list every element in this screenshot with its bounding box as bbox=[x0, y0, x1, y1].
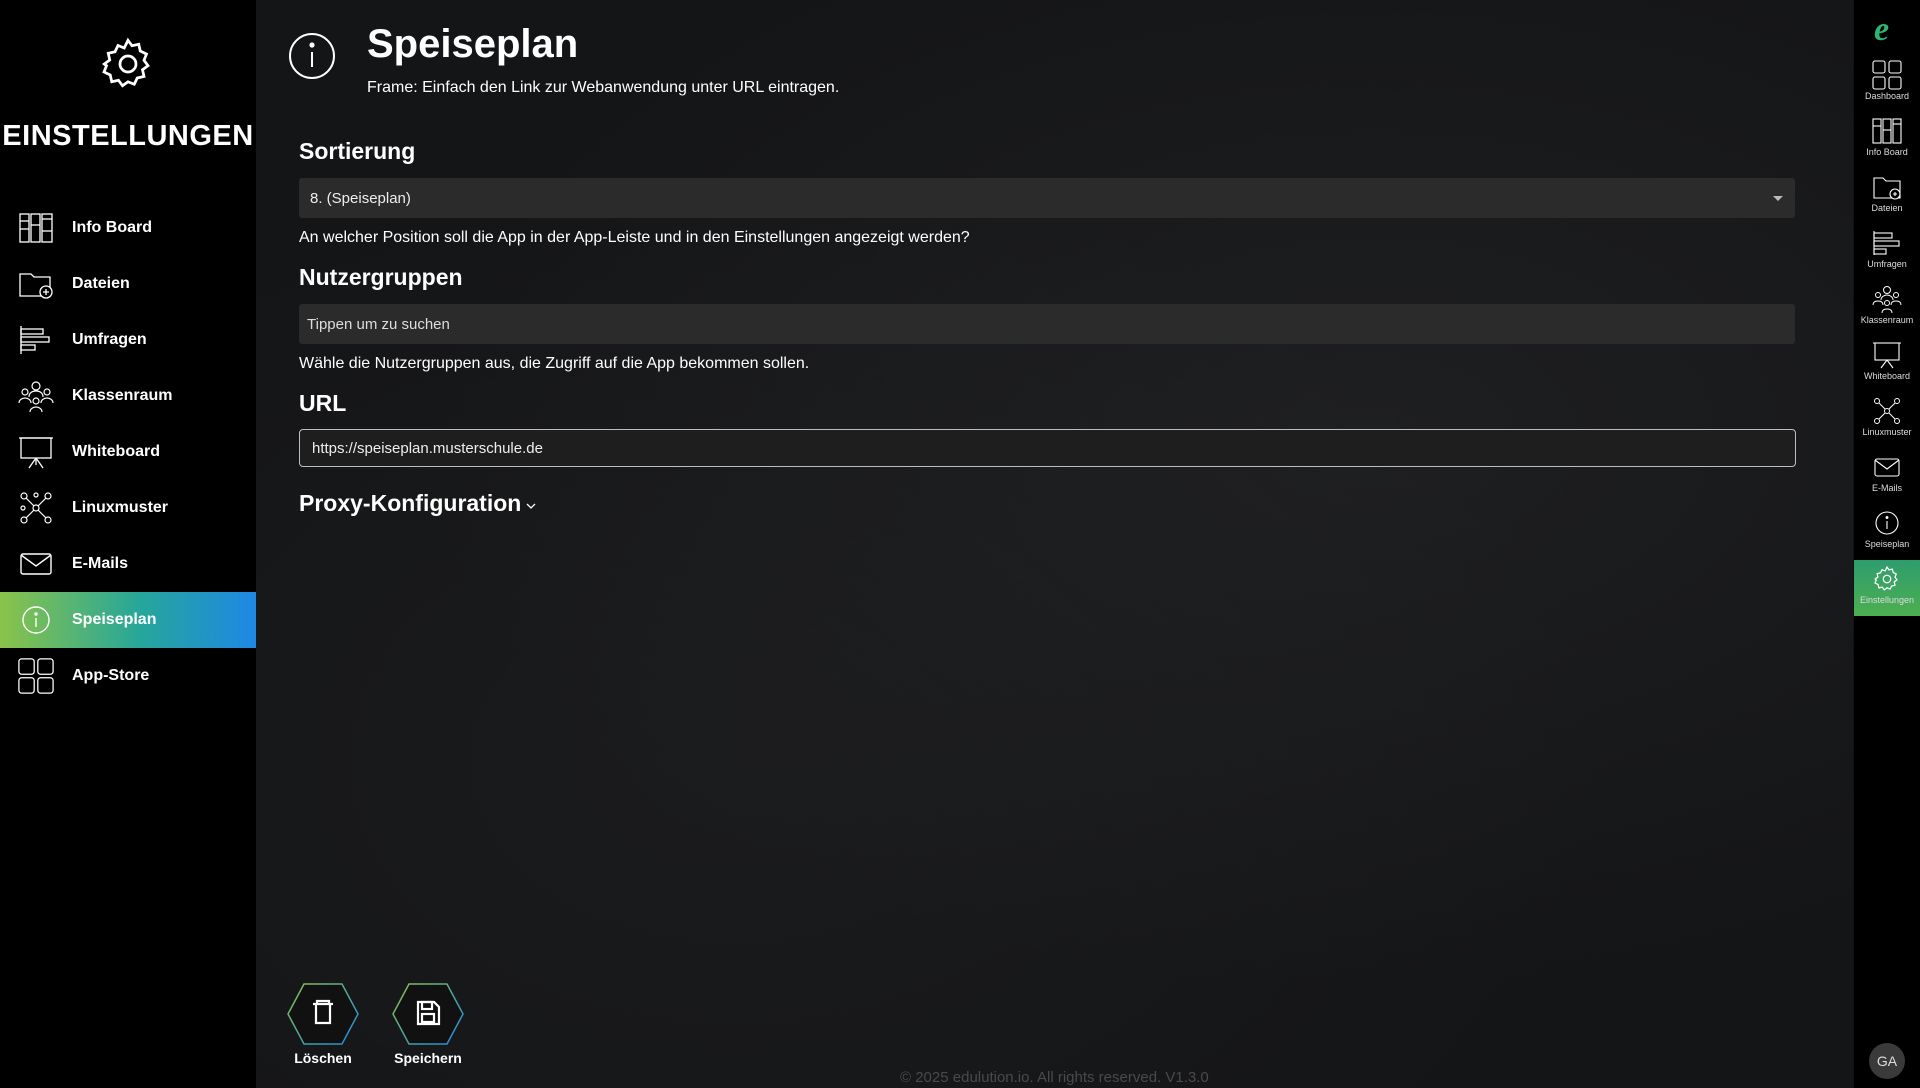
chevron-down-icon bbox=[1773, 196, 1783, 201]
rail-item-label: Einstellungen bbox=[1859, 595, 1915, 605]
info-icon bbox=[18, 602, 54, 638]
surveys-icon bbox=[18, 322, 54, 358]
surveys-icon bbox=[1873, 231, 1900, 255]
mail-icon bbox=[18, 546, 54, 582]
sidebar-item-label: Umfragen bbox=[72, 331, 147, 348]
sort-select[interactable]: 8. (Speiseplan) bbox=[299, 178, 1795, 218]
rail-item-surveys[interactable]: Umfragen bbox=[1854, 224, 1920, 280]
rail-item-info-board[interactable]: Info Board bbox=[1854, 112, 1920, 168]
settings-sidebar: EINSTELLUNGEN Info Board Dateien Umfrage… bbox=[0, 0, 256, 1088]
rail-item-label: Dashboard bbox=[1864, 91, 1910, 101]
sidebar-title: EINSTELLUNGEN bbox=[2, 120, 254, 152]
url-input[interactable] bbox=[299, 429, 1796, 467]
save-button[interactable]: Speichern bbox=[391, 982, 465, 1066]
sidebar-item-label: Speiseplan bbox=[72, 611, 157, 628]
info-board-icon bbox=[18, 210, 54, 246]
rail-item-whiteboard[interactable]: Whiteboard bbox=[1854, 336, 1920, 392]
svg-text:e: e bbox=[1874, 11, 1889, 46]
save-button-label: Speichern bbox=[394, 1050, 462, 1066]
footer-copyright: © 2025 edulution.io. All rights reserved… bbox=[900, 1069, 1209, 1086]
rail-item-label: E-Mails bbox=[1871, 483, 1902, 493]
sidebar-item-files[interactable]: Dateien bbox=[0, 256, 256, 312]
sidebar-item-app-store[interactable]: App-Store bbox=[0, 648, 256, 704]
proxy-config-toggle[interactable]: Proxy-Konfiguration bbox=[299, 490, 537, 517]
rail-item-label: Whiteboard bbox=[1863, 371, 1911, 381]
groups-heading: Nutzergruppen bbox=[299, 264, 463, 290]
user-avatar[interactable]: GA bbox=[1869, 1043, 1905, 1079]
page-subtitle: Frame: Einfach den Link zur Webanwendung… bbox=[367, 79, 840, 96]
main-background bbox=[256, 0, 1853, 1088]
sort-help-text: An welcher Position soll die App in der … bbox=[299, 229, 970, 246]
groups-help-text: Wähle die Nutzergruppen aus, die Zugriff… bbox=[299, 355, 810, 372]
gear-icon bbox=[101, 37, 150, 88]
classroom-icon bbox=[1872, 286, 1902, 314]
info-icon bbox=[289, 33, 335, 79]
rail-item-settings[interactable]: Einstellungen bbox=[1854, 560, 1920, 616]
sidebar-item-label: Whiteboard bbox=[72, 443, 160, 460]
sidebar-item-mail[interactable]: E-Mails bbox=[0, 536, 256, 592]
rail-item-files[interactable]: Dateien bbox=[1854, 168, 1920, 224]
rail-item-label: Dateien bbox=[1871, 203, 1903, 213]
linuxmuster-icon bbox=[1874, 398, 1900, 424]
sidebar-item-label: Dateien bbox=[72, 275, 130, 292]
delete-button-label: Löschen bbox=[294, 1050, 352, 1066]
files-icon bbox=[18, 266, 54, 302]
app-store-icon bbox=[18, 658, 54, 694]
app-rail: e Dashboard Info Board Dateien Umfragen … bbox=[1854, 0, 1920, 1088]
hexagon-frame bbox=[392, 983, 464, 1045]
rail-item-dashboard[interactable]: Dashboard bbox=[1854, 56, 1920, 112]
rail-item-mail[interactable]: E-Mails bbox=[1854, 448, 1920, 504]
sidebar-nav: Info Board Dateien Umfragen Klassenraum … bbox=[0, 200, 256, 704]
sort-select-value: 8. (Speiseplan) bbox=[310, 189, 411, 207]
classroom-icon bbox=[18, 378, 54, 414]
rail-item-label: Linuxmuster bbox=[1862, 427, 1912, 437]
rail-item-speiseplan[interactable]: Speiseplan bbox=[1854, 504, 1920, 560]
linuxmuster-icon bbox=[18, 490, 54, 526]
delete-button[interactable]: Löschen bbox=[286, 982, 360, 1066]
page-title: Speiseplan bbox=[367, 22, 579, 66]
dashboard-icon bbox=[1872, 60, 1902, 90]
sidebar-item-label: Klassenraum bbox=[72, 387, 173, 404]
sort-heading: Sortierung bbox=[299, 138, 416, 164]
rail-item-label: Klassenraum bbox=[1860, 315, 1914, 325]
chevron-down-icon bbox=[526, 503, 536, 509]
sidebar-item-linuxmuster[interactable]: Linuxmuster bbox=[0, 480, 256, 536]
sidebar-item-label: Info Board bbox=[72, 219, 152, 236]
mail-icon bbox=[1874, 458, 1900, 477]
proxy-heading: Proxy-Konfiguration bbox=[299, 490, 522, 516]
sidebar-item-classroom[interactable]: Klassenraum bbox=[0, 368, 256, 424]
whiteboard-icon bbox=[1873, 342, 1901, 369]
rail-item-label: Speiseplan bbox=[1864, 539, 1910, 549]
rail-item-label: Umfragen bbox=[1867, 259, 1907, 269]
sidebar-item-speiseplan[interactable]: Speiseplan bbox=[0, 592, 256, 648]
sidebar-item-surveys[interactable]: Umfragen bbox=[0, 312, 256, 368]
rail-item-linuxmuster[interactable]: Linuxmuster bbox=[1854, 392, 1920, 448]
gear-icon bbox=[1874, 565, 1898, 591]
files-icon bbox=[1873, 177, 1901, 200]
sidebar-item-info-board[interactable]: Info Board bbox=[0, 200, 256, 256]
url-heading: URL bbox=[299, 390, 347, 416]
sidebar-item-label: E-Mails bbox=[72, 555, 129, 572]
hexagon-frame bbox=[287, 983, 359, 1045]
info-icon bbox=[1875, 511, 1899, 535]
groups-search-input[interactable] bbox=[299, 304, 1795, 344]
sidebar-item-label: Linuxmuster bbox=[72, 499, 169, 516]
edulution-logo[interactable]: e bbox=[1874, 10, 1902, 46]
whiteboard-icon bbox=[18, 434, 54, 470]
info-board-icon bbox=[1872, 118, 1902, 144]
rail-item-classroom[interactable]: Klassenraum bbox=[1854, 280, 1920, 336]
rail-item-label: Info Board bbox=[1866, 147, 1908, 157]
sidebar-item-label: App-Store bbox=[72, 667, 150, 684]
sidebar-item-whiteboard[interactable]: Whiteboard bbox=[0, 424, 256, 480]
